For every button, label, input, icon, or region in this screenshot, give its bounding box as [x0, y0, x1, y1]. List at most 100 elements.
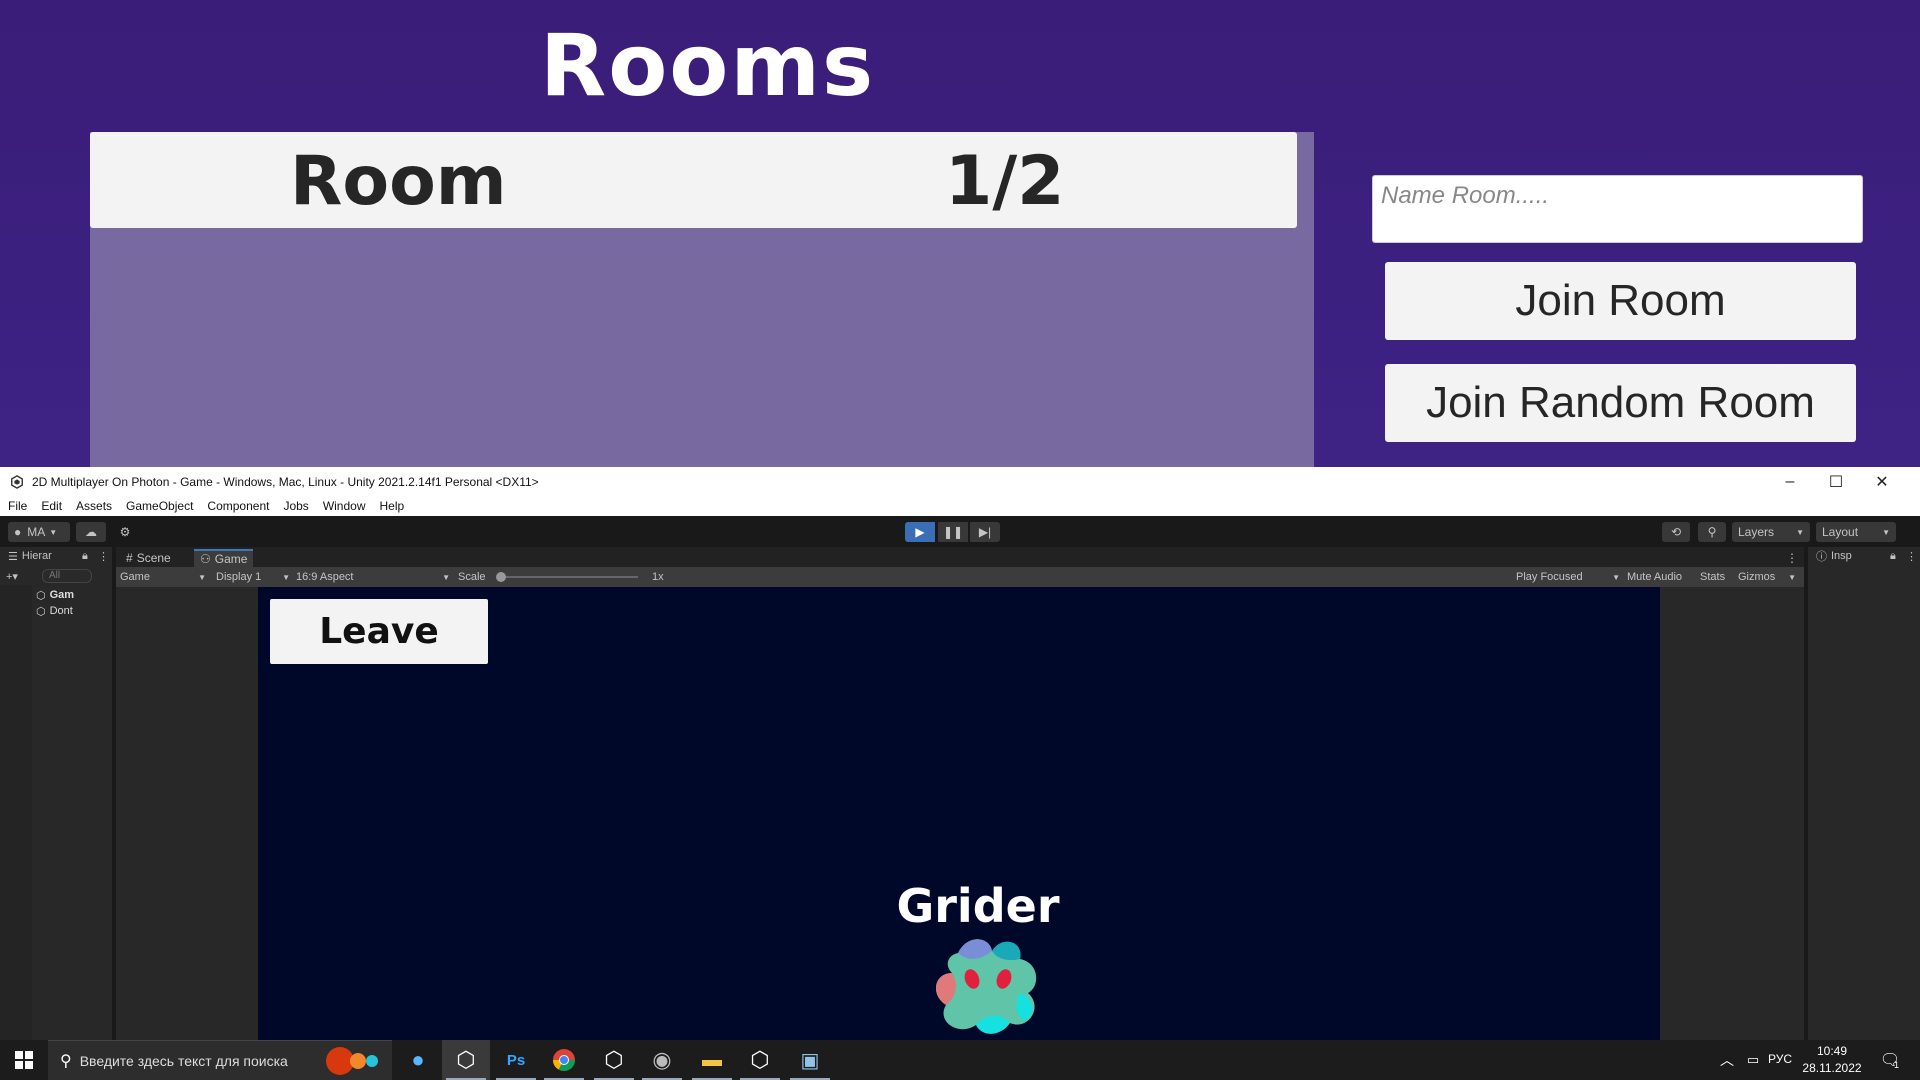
clock-date: 28.11.2022	[1802, 1061, 1862, 1075]
account-icon: ●	[14, 525, 22, 539]
scale-slider-handle[interactable]	[496, 572, 506, 582]
layout-label: Layout	[1822, 525, 1859, 539]
hierarchy-search-input[interactable]: All	[42, 569, 92, 583]
menu-window[interactable]: Window	[323, 499, 366, 513]
input-language[interactable]: РУС	[1768, 1052, 1792, 1066]
pause-button[interactable]: ❚❚	[938, 522, 968, 542]
game-mode-label: Game	[120, 571, 150, 583]
game-tab-label: Game	[214, 552, 248, 566]
player-name-label: Grider	[896, 879, 1060, 933]
aspect-label: 16:9 Aspect	[296, 571, 354, 583]
display-dropdown[interactable]: Display 1 ▼	[216, 569, 290, 585]
game-view[interactable]: Leave Grider	[258, 587, 1660, 1040]
aspect-dropdown[interactable]: 16:9 Aspect ▼	[296, 569, 450, 585]
menu-jobs[interactable]: Jobs	[283, 499, 308, 513]
main-toolbar: ● MA ▼ ☁ ⚙ ▶ ❚❚ ▶| ⟲ ⚲ Layers ▼ Layout ▼	[0, 516, 1920, 547]
game-app-icon[interactable]: ▣	[786, 1040, 834, 1080]
windows-start-button[interactable]	[0, 1040, 48, 1080]
tab-game[interactable]: ⚇ Game	[194, 549, 254, 567]
system-clock[interactable]: 10:49 28.11.2022	[1800, 1043, 1864, 1077]
history-icon[interactable]: ⟲	[1662, 522, 1690, 542]
leave-button[interactable]: Leave	[270, 599, 488, 664]
play-focused-label: Play Focused	[1516, 571, 1583, 583]
room-name-label: Room	[290, 142, 507, 221]
collab-icon[interactable]: ⚙	[112, 522, 138, 542]
maximize-icon[interactable]: ☐	[1813, 467, 1859, 496]
player-character-sprite	[935, 939, 1037, 1034]
menu-bar: File Edit Assets GameObject Component Jo…	[0, 496, 1920, 516]
lock-icon[interactable]: 🔒︎	[1890, 547, 1896, 565]
kebab-menu-icon[interactable]: ⋮	[1906, 547, 1917, 565]
unity-logo-icon	[11, 474, 23, 489]
view-tabs: # Scene ⚇ Game ⋮	[116, 547, 1804, 567]
photoshop-app-icon[interactable]: Ps	[492, 1040, 540, 1080]
tray-chevron-up-icon[interactable]: ︿	[1712, 1040, 1742, 1080]
gizmos-dropdown[interactable]: Gizmos ▼	[1738, 569, 1796, 585]
visual-studio-app-icon[interactable]: ◉	[638, 1040, 686, 1080]
chevron-down-icon: ▼	[1882, 527, 1890, 537]
account-label: MA	[27, 525, 46, 539]
tray-display-icon[interactable]: ▭	[1740, 1040, 1766, 1080]
unity-app-icon[interactable]: ⬡	[590, 1040, 638, 1080]
unity-editor-app-icon[interactable]: ⬡	[736, 1040, 784, 1080]
lock-icon[interactable]: 🔒︎	[82, 547, 88, 565]
window-title: 2D Multiplayer On Photon - Game - Window…	[32, 474, 539, 489]
search-icon[interactable]: ⚲	[1698, 522, 1726, 542]
add-object-button[interactable]: +▾	[6, 567, 18, 585]
chevron-down-icon: ▼	[198, 572, 206, 582]
mute-audio-toggle[interactable]: Mute Audio	[1627, 569, 1682, 585]
kebab-menu-icon[interactable]: ⋮	[98, 547, 109, 565]
notification-center-icon[interactable]: 🗨︎ 1	[1870, 1040, 1910, 1080]
close-icon[interactable]: ✕	[1859, 467, 1905, 496]
menu-component[interactable]: Component	[207, 499, 269, 513]
play-focused-dropdown[interactable]: Play Focused ▼	[1516, 569, 1620, 585]
windows-taskbar: ⚲ Введите здесь текст для поиска ● ⬡ Ps …	[0, 1040, 1920, 1080]
hierarchy-tab-label: Hierar	[21, 550, 52, 562]
menu-help[interactable]: Help	[380, 499, 405, 513]
tab-hierarchy[interactable]: ☰ Hierar	[8, 547, 52, 565]
inspector-tab-label: Insp	[1831, 550, 1852, 562]
hierarchy-item[interactable]: ⬡ Dont	[0, 603, 112, 619]
hierarchy-item-label: Dont	[49, 605, 73, 617]
info-icon: ⓘ	[1816, 551, 1827, 563]
scale-label: Scale	[458, 571, 486, 583]
scale-slider[interactable]	[494, 569, 644, 585]
unity-logo-icon: ⬡	[36, 605, 46, 618]
cloud-icon[interactable]: ☁	[76, 522, 106, 542]
tab-scene[interactable]: # Scene	[120, 549, 177, 567]
play-button[interactable]: ▶	[905, 522, 935, 542]
step-button[interactable]: ▶|	[970, 522, 1000, 542]
taskbar-search-box[interactable]: ⚲ Введите здесь текст для поиска	[48, 1040, 392, 1080]
menu-gameobject[interactable]: GameObject	[126, 499, 193, 513]
layout-dropdown[interactable]: Layout ▼	[1816, 522, 1896, 542]
room-list-item[interactable]: Room 1/2	[90, 132, 1297, 228]
layers-dropdown[interactable]: Layers ▼	[1732, 522, 1810, 542]
gamepad-icon: ⚇	[200, 552, 211, 566]
hierarchy-gutter	[0, 585, 32, 1040]
chevron-down-icon: ▼	[49, 527, 58, 537]
chevron-down-icon: ▼	[282, 572, 290, 582]
unity-hub-app-icon[interactable]: ⬡	[442, 1040, 490, 1080]
game-mode-dropdown[interactable]: Game ▼	[120, 569, 206, 585]
unity-editor-window: 2D Multiplayer On Photon - Game - Window…	[0, 467, 1920, 1040]
menu-assets[interactable]: Assets	[76, 499, 112, 513]
room-name-input[interactable]: Name Room.....	[1372, 175, 1863, 243]
chrome-app-icon[interactable]	[540, 1040, 588, 1080]
menu-file[interactable]: File	[8, 499, 27, 513]
join-random-room-button[interactable]: Join Random Room	[1385, 364, 1856, 442]
hierarchy-item-label: Gam	[49, 589, 75, 601]
menu-edit[interactable]: Edit	[41, 499, 62, 513]
tab-inspector[interactable]: ⓘ Insp	[1816, 547, 1852, 565]
hierarchy-item[interactable]: ⬡ Gam	[0, 587, 112, 603]
stats-toggle[interactable]: Stats	[1700, 569, 1725, 585]
hierarchy-panel: ☰ Hierar 🔒︎ ⋮ +▾ All ⬡ Gam ⬡ Dont	[0, 547, 114, 1040]
window-titlebar: 2D Multiplayer On Photon - Game - Window…	[0, 467, 1920, 496]
kebab-menu-icon[interactable]: ⋮	[1780, 549, 1804, 567]
file-explorer-app-icon[interactable]: ▬	[688, 1040, 736, 1080]
join-room-button[interactable]: Join Room	[1385, 262, 1856, 340]
minimize-icon[interactable]: –	[1767, 467, 1813, 496]
account-dropdown[interactable]: ● MA ▼	[8, 522, 70, 542]
windows-logo-icon	[15, 1051, 33, 1069]
steam-app-icon[interactable]: ●	[394, 1040, 442, 1080]
unity-logo-icon: ⬡	[36, 589, 46, 602]
